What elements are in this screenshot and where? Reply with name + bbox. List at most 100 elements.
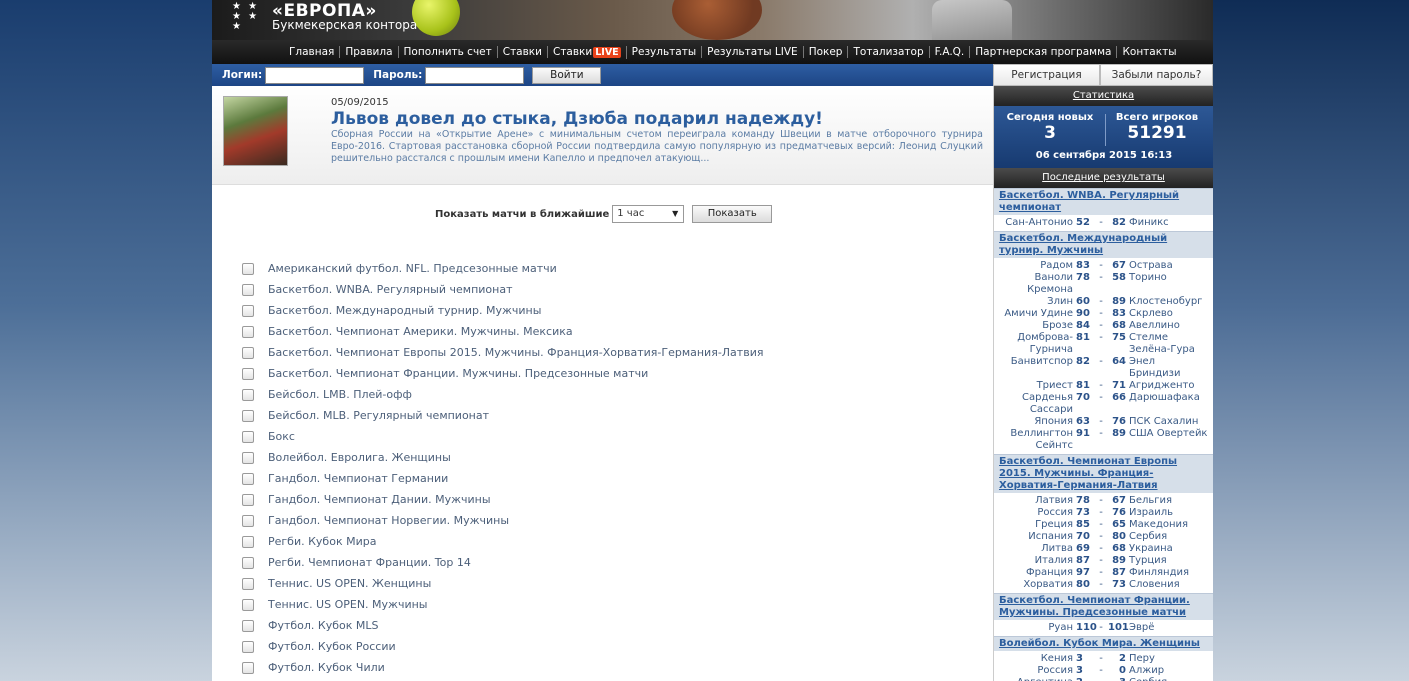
league-label[interactable]: Баскетбол. Международный турнир. Мужчины xyxy=(268,304,541,317)
league-label[interactable]: Бокс xyxy=(268,430,295,443)
league-label[interactable]: Футбол. Кубок России xyxy=(268,640,396,653)
background-left xyxy=(0,0,212,681)
result-home-score: 63 xyxy=(1076,416,1090,427)
news-headline[interactable]: Львов довел до стыка, Дзюба подарил наде… xyxy=(331,109,823,129)
league-checkbox[interactable] xyxy=(242,556,254,569)
login-button[interactable]: Войти xyxy=(532,66,602,84)
league-label[interactable]: Гандбол. Чемпионат Германии xyxy=(268,472,448,485)
league-checkbox[interactable] xyxy=(242,619,254,632)
result-home-score: 83 xyxy=(1076,260,1090,271)
result-away-team: Скрлево xyxy=(1129,308,1173,319)
nav-faq[interactable]: F.A.Q. xyxy=(930,46,971,58)
nav-poker[interactable]: Покер xyxy=(804,46,849,58)
result-away-score: 68 xyxy=(1112,543,1126,554)
result-row: Триест 81-71 Агридженто xyxy=(994,380,1213,392)
result-away-score: 2 xyxy=(1119,653,1126,664)
league-item: Баскетбол. Чемпионат Европы 2015. Мужчин… xyxy=(242,342,763,363)
league-label[interactable]: Футбол. Кубок Чили xyxy=(268,661,385,674)
login-input[interactable] xyxy=(265,66,365,84)
result-home-team: Триест xyxy=(1036,380,1073,391)
result-row: Злин 60-89 Клостенобург xyxy=(994,296,1213,308)
nav-totalizator[interactable]: Тотализатор xyxy=(848,46,930,58)
league-label[interactable]: Футбол. Кубок MLS xyxy=(268,619,379,632)
nav-partners[interactable]: Партнерская программа xyxy=(970,46,1118,58)
password-input[interactable] xyxy=(425,66,525,84)
result-dash: - xyxy=(1099,579,1103,590)
league-checkbox[interactable] xyxy=(242,388,254,401)
nav-rules[interactable]: Правила xyxy=(340,46,399,58)
result-dash: - xyxy=(1099,507,1103,518)
result-home-team: Брозе xyxy=(1042,320,1073,331)
league-label[interactable]: Регби. Чемпионат Франции. Top 14 xyxy=(268,556,471,569)
league-checkbox[interactable] xyxy=(242,304,254,317)
league-checkbox[interactable] xyxy=(242,367,254,380)
result-away-score: 71 xyxy=(1112,380,1126,391)
league-checkbox[interactable] xyxy=(242,514,254,527)
league-checkbox[interactable] xyxy=(242,472,254,485)
league-label[interactable]: Гандбол. Чемпионат Норвегии. Мужчины xyxy=(268,514,509,527)
match-filter: Показать матчи в ближайшие 1 час ▼ Показ… xyxy=(435,205,773,223)
league-checkbox[interactable] xyxy=(242,409,254,422)
result-group-title[interactable]: Волейбол. Кубок Мира. Женщины xyxy=(994,636,1213,651)
login-bar: Логин: Пароль: Войти xyxy=(212,64,993,86)
filter-label: Показать матчи в ближайшие xyxy=(435,208,610,220)
result-away-score: 89 xyxy=(1112,555,1126,566)
league-label[interactable]: Волейбол. Евролига. Женщины xyxy=(268,451,451,464)
league-checkbox[interactable] xyxy=(242,451,254,464)
league-label[interactable]: Американский футбол. NFL. Предсезонные м… xyxy=(268,262,557,275)
league-checkbox[interactable] xyxy=(242,493,254,506)
league-label[interactable]: Регби. Кубок Мира xyxy=(268,535,376,548)
result-group-title[interactable]: Баскетбол. Чемпионат Франции. Мужчины. П… xyxy=(994,593,1213,620)
result-away-team: Сербия xyxy=(1129,677,1209,681)
result-home-team: Домброва-Гурнича xyxy=(1017,332,1073,355)
league-checkbox[interactable] xyxy=(242,430,254,443)
league-checkbox[interactable] xyxy=(242,346,254,359)
result-row: Сан-Антонио 52-82 Финикс xyxy=(994,217,1213,229)
league-checkbox[interactable] xyxy=(242,661,254,674)
result-away-team: Украина xyxy=(1129,543,1173,554)
result-home-score: 82 xyxy=(1076,356,1090,367)
nav-contacts[interactable]: Контакты xyxy=(1117,46,1181,58)
results-title[interactable]: Последние результаты xyxy=(994,168,1213,188)
league-label[interactable]: Гандбол. Чемпионат Дании. Мужчины xyxy=(268,493,491,506)
forgot-password-tab[interactable]: Забыли пароль? xyxy=(1100,64,1213,86)
league-item: Волейбол. Евролига. Женщины xyxy=(242,447,763,468)
league-checkbox[interactable] xyxy=(242,283,254,296)
nav-home[interactable]: Главная xyxy=(284,46,341,58)
league-checkbox[interactable] xyxy=(242,598,254,611)
result-group-title[interactable]: Баскетбол. WNBA. Регулярный чемпионат xyxy=(994,188,1213,215)
nav-deposit[interactable]: Пополнить счет xyxy=(399,46,498,58)
result-dash: - xyxy=(1099,567,1103,578)
result-group-title[interactable]: Баскетбол. Международный турнир. Мужчины xyxy=(994,231,1213,258)
league-label[interactable]: Бейсбол. MLB. Регулярный чемпионат xyxy=(268,409,489,422)
league-label[interactable]: Теннис. US OPEN. Женщины xyxy=(268,577,431,590)
league-checkbox[interactable] xyxy=(242,577,254,590)
register-tab[interactable]: Регистрация xyxy=(993,64,1100,86)
result-row: Россия 3 - 0 Алжир xyxy=(994,665,1213,677)
result-group-title[interactable]: Баскетбол. Чемпионат Европы 2015. Мужчин… xyxy=(994,454,1213,493)
nav-results[interactable]: Результаты xyxy=(627,46,703,58)
time-select[interactable]: 1 час ▼ xyxy=(612,205,685,223)
league-label[interactable]: Баскетбол. Чемпионат Америки. Мужчины. М… xyxy=(268,325,573,338)
league-label[interactable]: Бейсбол. LMB. Плей-офф xyxy=(268,388,412,401)
result-away-score: 68 xyxy=(1112,320,1126,331)
league-checkbox[interactable] xyxy=(242,325,254,338)
league-item: Баскетбол. Чемпионат Франции. Мужчины. П… xyxy=(242,363,763,384)
league-checkbox[interactable] xyxy=(242,640,254,653)
nav-results-live[interactable]: Результаты LIVE xyxy=(702,46,804,58)
league-label[interactable]: Баскетбол. Чемпионат Франции. Мужчины. П… xyxy=(268,367,648,380)
stats-title[interactable]: Статистика xyxy=(994,86,1213,106)
league-label[interactable]: Баскетбол. Чемпионат Европы 2015. Мужчин… xyxy=(268,346,763,359)
result-row: Кения 3 - 2 Перу xyxy=(994,653,1213,665)
league-checkbox[interactable] xyxy=(242,535,254,548)
result-dash: - xyxy=(1099,332,1103,343)
league-label[interactable]: Баскетбол. WNBA. Регулярный чемпионат xyxy=(268,283,513,296)
league-label[interactable]: Теннис. US OPEN. Мужчины xyxy=(268,598,428,611)
nav-bets[interactable]: Ставки xyxy=(498,46,548,58)
result-dash: - xyxy=(1099,308,1103,319)
show-button[interactable]: Показать xyxy=(692,205,773,223)
news-photo[interactable] xyxy=(223,96,288,166)
league-checkbox[interactable] xyxy=(242,262,254,275)
nav-bets-live[interactable]: Ставки LIVE xyxy=(548,45,627,59)
result-group-rows: Сан-Антонио 52-82 Финикс xyxy=(994,215,1213,231)
